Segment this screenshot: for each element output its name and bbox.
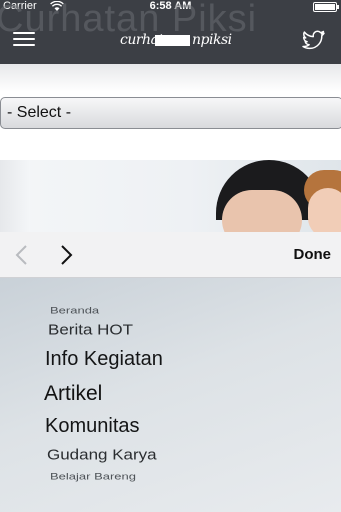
banner-person-face xyxy=(222,190,302,232)
app-logo: curhat npiksi xyxy=(120,28,232,52)
picker-item[interactable]: Beranda xyxy=(50,305,99,316)
category-select[interactable]: - Select - xyxy=(0,97,341,129)
app-header: Curhatan Piksi curhat npiksi xyxy=(0,0,341,64)
banner-paper xyxy=(0,160,30,232)
logo-text-right: npiksi xyxy=(192,32,232,48)
logo-bar xyxy=(155,35,190,46)
picker-item-hidden-top xyxy=(26,297,29,303)
picker-item[interactable]: Komunitas xyxy=(45,415,140,438)
chevron-left-icon[interactable] xyxy=(14,244,28,266)
chevron-right-icon[interactable] xyxy=(60,244,74,266)
picker-item[interactable]: Info Kegiatan xyxy=(45,348,163,371)
picker-toolbar: Done xyxy=(0,232,341,278)
done-button[interactable]: Done xyxy=(294,232,332,278)
picker-item-selected[interactable]: Artikel xyxy=(44,382,102,406)
picker-wheel[interactable]: Beranda Berita HOT Info Kegiatan Artikel… xyxy=(0,278,341,512)
picker-item[interactable]: Belajar Bareng xyxy=(50,471,136,482)
picker-item[interactable]: Berita HOT xyxy=(48,321,133,339)
twitter-bird-icon[interactable] xyxy=(302,29,326,51)
banner-child-face xyxy=(308,188,341,232)
hamburger-menu-icon[interactable] xyxy=(13,30,35,48)
picker-item[interactable]: Gudang Karya xyxy=(47,446,157,464)
header-shadow xyxy=(0,64,341,92)
banner-image xyxy=(0,160,341,232)
battery-icon xyxy=(313,2,339,12)
battery-level xyxy=(315,4,335,10)
